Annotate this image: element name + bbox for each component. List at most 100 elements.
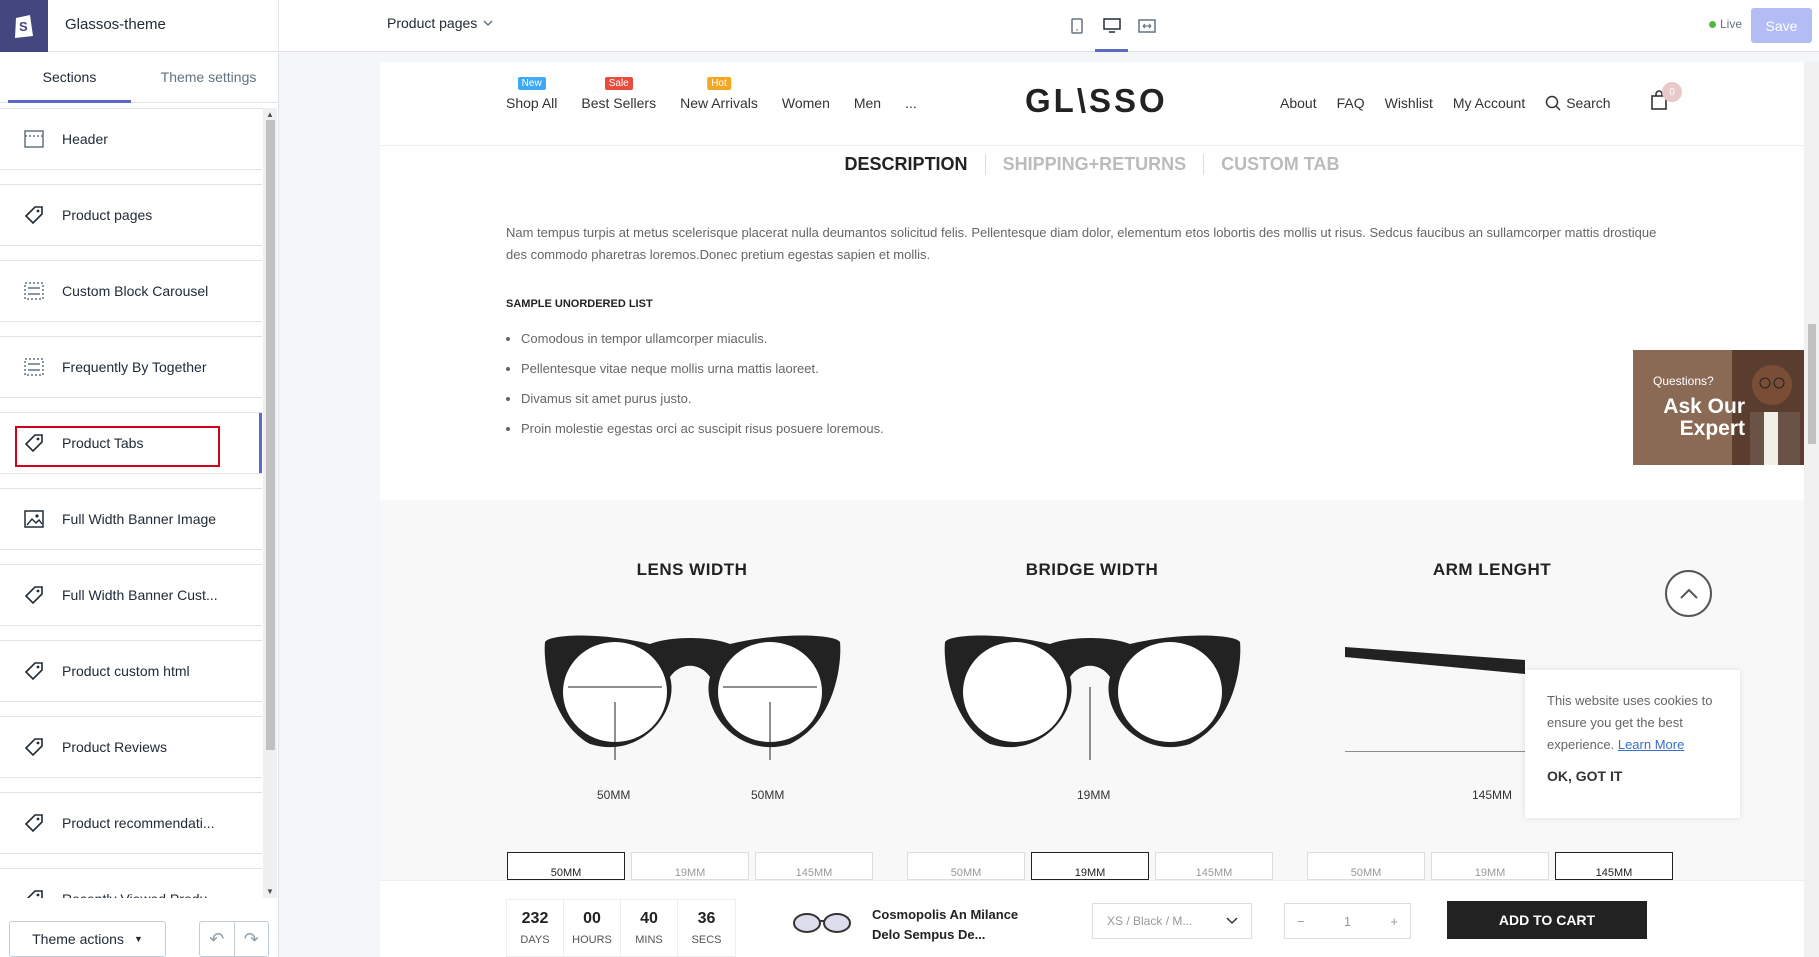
section-item[interactable]: Product recommendati...: [0, 792, 262, 854]
section-item-label: Product Reviews: [62, 739, 168, 755]
mobile-view-icon[interactable]: [1063, 0, 1090, 52]
shopify-logo-icon[interactable]: S: [0, 0, 48, 52]
countdown-secs: 36 SECS: [678, 900, 735, 956]
nav-item-label: Women: [781, 95, 830, 111]
undo-icon[interactable]: ↶: [200, 922, 235, 956]
list-title: SAMPLE UNORDERED LIST: [506, 298, 653, 310]
sticky-add-to-cart: 232 DAYS 00 HOURS 40 MINS 36 SECS Cosmopolis…: [380, 880, 1804, 957]
expert-title: Ask Our Expert: [1663, 395, 1745, 440]
cookie-ok-button[interactable]: OK, GOT IT: [1547, 768, 1718, 784]
nav-my-account[interactable]: My Account: [1453, 95, 1525, 111]
tab-sections[interactable]: Sections: [0, 52, 139, 103]
nav-search[interactable]: Search: [1545, 95, 1611, 111]
redo-icon[interactable]: ↷: [235, 922, 269, 956]
size-option[interactable]: 145MM: [1555, 852, 1673, 880]
nav-badge: Hot: [707, 77, 731, 90]
countdown-unit: HOURS: [572, 934, 612, 946]
lens-width-col: LENS WIDTH: [502, 560, 882, 580]
section-item[interactable]: Product pages: [0, 184, 262, 246]
scroll-thumb[interactable]: [1808, 324, 1816, 444]
size-option[interactable]: 19MM: [1031, 852, 1149, 880]
cart-button[interactable]: 0: [1650, 82, 1682, 115]
nav-item[interactable]: Shop All New: [506, 77, 557, 111]
bridge-size-options: 50MM 19MM 145MM: [907, 852, 1273, 880]
theme-actions-button[interactable]: Theme actions ▼: [9, 921, 166, 957]
theme-name: Glassos-theme: [65, 16, 166, 33]
section-item[interactable]: Custom Block Carousel: [0, 260, 262, 322]
scroll-thumb[interactable]: [266, 120, 275, 750]
nav-badge: Sale: [604, 77, 633, 90]
variant-select[interactable]: XS / Black / M...: [1092, 903, 1252, 939]
section-item-label: Recently Viewed Produ...: [62, 891, 219, 898]
countdown-hours: 00 HOURS: [564, 900, 621, 956]
minus-icon[interactable]: −: [1297, 914, 1305, 929]
size-option[interactable]: 19MM: [631, 852, 749, 880]
learn-more-link[interactable]: Learn More: [1618, 737, 1684, 752]
desktop-view-icon[interactable]: [1095, 0, 1128, 52]
section-item-label: Frequently By Together: [62, 359, 207, 375]
section-item-label: Custom Block Carousel: [62, 283, 209, 299]
tag-icon: [22, 887, 46, 898]
size-option[interactable]: 50MM: [1307, 852, 1425, 880]
nav-about[interactable]: About: [1280, 95, 1317, 111]
section-item[interactable]: Frequently By Together: [0, 336, 262, 398]
nav-item[interactable]: Best Sellers Sale: [581, 77, 657, 111]
tab-shipping-returns[interactable]: SHIPPING+RETURNS: [984, 154, 1204, 175]
lens-measure-2: 50MM: [751, 788, 785, 802]
size-option[interactable]: 145MM: [1155, 852, 1273, 880]
bridge-width-title: BRIDGE WIDTH: [1025, 560, 1159, 579]
theme-actions-label: Theme actions: [32, 931, 124, 947]
chevron-down-icon: [1226, 917, 1238, 925]
section-item[interactable]: Product custom html: [0, 640, 262, 702]
sidebar-tabs: Sections Theme settings: [0, 52, 278, 103]
nav-faq[interactable]: FAQ: [1337, 95, 1365, 111]
tab-theme-settings[interactable]: Theme settings: [139, 52, 278, 102]
brand-logo[interactable]: GL\SSO: [1025, 82, 1168, 120]
search-label: Search: [1566, 95, 1611, 111]
countdown-timer: 232 DAYS 00 HOURS 40 MINS 36 SECS: [506, 899, 736, 957]
plus-icon[interactable]: +: [1390, 914, 1398, 929]
nav-item[interactable]: Women: [782, 95, 830, 111]
section-item[interactable]: Header: [0, 108, 262, 170]
size-option[interactable]: 19MM: [1431, 852, 1549, 880]
nav-item-label: Best Sellers: [581, 95, 657, 111]
page-select-dropdown[interactable]: Product pages: [387, 15, 493, 31]
arm-length-title: ARM LENGHT: [1432, 560, 1552, 579]
view-switcher: [1063, 0, 1160, 52]
size-option[interactable]: 50MM: [907, 852, 1025, 880]
countdown-value: 36: [697, 910, 716, 927]
fullscreen-view-icon[interactable]: [1133, 0, 1160, 52]
bridge-glasses-illustration: [944, 635, 1241, 760]
tab-description[interactable]: DESCRIPTION: [828, 154, 985, 175]
size-option[interactable]: 145MM: [755, 852, 873, 880]
ask-expert-banner[interactable]: Questions? Ask Our Expert: [1633, 350, 1804, 465]
quantity-value[interactable]: 1: [1344, 914, 1351, 929]
nav-badge: New: [517, 77, 546, 90]
cookie-message: This website uses cookies to ensure you …: [1547, 690, 1718, 756]
tab-custom[interactable]: CUSTOM TAB: [1203, 154, 1356, 175]
sidebar-scrollbar[interactable]: ▲ ▼: [263, 108, 277, 898]
scroll-down-icon[interactable]: ▼: [266, 887, 274, 896]
preview-scrollbar[interactable]: [1804, 62, 1819, 957]
variant-value: XS / Black / M...: [1107, 914, 1193, 928]
section-item[interactable]: Full Width Banner Cust...: [0, 564, 262, 626]
live-label: Live: [1720, 17, 1743, 31]
section-item-label: Product pages: [62, 207, 153, 223]
countdown-value: 00: [583, 910, 601, 927]
nav-item[interactable]: New Arrivals Hot: [680, 77, 758, 111]
countdown-value: 232: [521, 910, 549, 927]
list-item: Pellentesque vitae neque mollis urna mat…: [521, 354, 884, 384]
nav-wishlist[interactable]: Wishlist: [1385, 95, 1433, 111]
add-to-cart-button[interactable]: ADD TO CART: [1447, 901, 1647, 939]
nav-item[interactable]: Men: [854, 95, 881, 111]
section-item[interactable]: Product Reviews: [0, 716, 262, 778]
save-button[interactable]: Save: [1751, 8, 1812, 43]
section-item[interactable]: Recently Viewed Produ...: [0, 868, 262, 898]
nav-item[interactable]: ...: [905, 95, 917, 111]
size-option[interactable]: 50MM: [507, 852, 625, 880]
section-item[interactable]: Full Width Banner Image: [0, 488, 262, 550]
scroll-up-icon[interactable]: ▲: [266, 110, 274, 119]
svg-text:S: S: [19, 19, 28, 34]
header-icon: [22, 127, 46, 151]
countdown-days: 232 DAYS: [507, 900, 564, 956]
